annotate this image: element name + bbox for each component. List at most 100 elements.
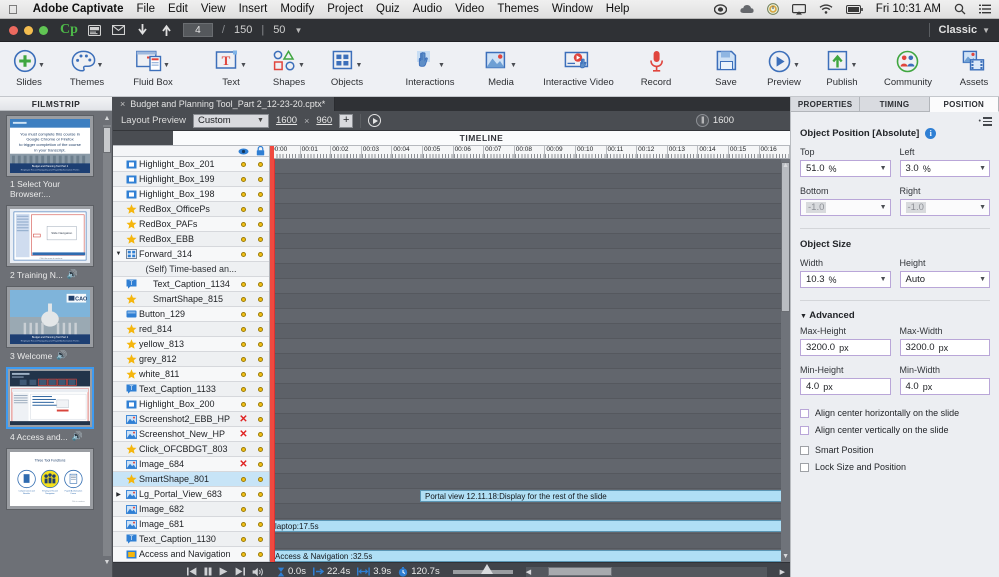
timeline-layer-row[interactable]: white_811 bbox=[113, 367, 269, 382]
visibility-dot-icon[interactable] bbox=[258, 251, 263, 257]
toolbar-fluidbox-button[interactable]: ▼ Fluid Box bbox=[116, 42, 190, 97]
timeline-layer-row[interactable]: RedBox_OfficePs bbox=[113, 202, 269, 217]
layer-visibility-toggle[interactable] bbox=[235, 491, 252, 497]
field-bottom-input[interactable]: -1.0 ▼ bbox=[800, 199, 891, 216]
upload-arrow-icon[interactable] bbox=[159, 24, 174, 37]
close-icon[interactable]: × bbox=[120, 99, 125, 109]
chevron-down-icon[interactable]: ▼ bbox=[298, 62, 305, 69]
current-slide-input[interactable]: 4 bbox=[182, 23, 213, 37]
menu-modify[interactable]: Modify bbox=[280, 3, 314, 15]
layout-width-handle[interactable]: ||| 1600 bbox=[695, 114, 734, 127]
timeline-layer-row[interactable]: Highlight_Box_200 bbox=[113, 397, 269, 412]
menu-themes[interactable]: Themes bbox=[497, 3, 539, 15]
layer-lock-toggle[interactable] bbox=[252, 371, 269, 377]
timeline-layer-row[interactable]: RedBox_PAFs bbox=[113, 217, 269, 232]
timeline-track-row[interactable] bbox=[270, 414, 790, 429]
layer-lock-toggle[interactable] bbox=[252, 251, 269, 257]
layer-lock-toggle[interactable] bbox=[252, 221, 269, 227]
toolbar-community-button[interactable]: Community bbox=[871, 42, 945, 97]
visibility-dot-icon[interactable] bbox=[241, 311, 246, 317]
timeline-horizontal-scrollbar[interactable]: ◀ bbox=[525, 566, 767, 577]
menubar-app-name[interactable]: Adobe Captivate bbox=[33, 3, 124, 15]
timeline-track-row[interactable] bbox=[270, 189, 790, 204]
visibility-dot-icon[interactable] bbox=[258, 356, 263, 362]
visibility-dot-icon[interactable] bbox=[241, 476, 246, 482]
menu-help[interactable]: Help bbox=[606, 3, 630, 15]
visibility-dot-icon[interactable] bbox=[241, 281, 246, 287]
battery-icon[interactable] bbox=[845, 4, 863, 14]
timeline-layer-row[interactable]: (Self) Time-based an... bbox=[113, 262, 269, 277]
menubar-clock[interactable]: Fri 10:31 AM bbox=[876, 3, 941, 15]
chevron-down-icon[interactable]: ▼ bbox=[356, 62, 363, 69]
timeline-zoom-slider[interactable] bbox=[452, 563, 513, 574]
layout-preset-select[interactable]: Custom ▼ bbox=[192, 113, 269, 128]
chevron-down-icon[interactable]: ▼ bbox=[979, 276, 986, 283]
layer-visibility-toggle[interactable] bbox=[235, 161, 252, 167]
chevron-down-icon[interactable]: ▼ bbox=[294, 26, 302, 35]
chevron-down-icon[interactable]: ▼ bbox=[982, 26, 990, 35]
hamburger-menu-icon[interactable] bbox=[983, 117, 992, 126]
layer-visibility-toggle[interactable]: ✕ bbox=[235, 429, 252, 440]
timeline-track-row[interactable] bbox=[270, 534, 790, 549]
timeline-track-row[interactable] bbox=[270, 399, 790, 414]
visibility-dot-icon[interactable] bbox=[258, 521, 263, 527]
timeline-track-row[interactable] bbox=[270, 159, 790, 174]
layer-lock-toggle[interactable] bbox=[252, 206, 269, 212]
chevron-down-icon[interactable]: ▼ bbox=[880, 204, 887, 211]
field-height-input[interactable]: Auto ▼ bbox=[899, 271, 990, 288]
chevron-down-icon[interactable]: ▼ bbox=[880, 165, 887, 172]
search-icon[interactable] bbox=[954, 3, 966, 15]
timeline-track-row[interactable] bbox=[270, 219, 790, 234]
filmstrip-slide-3[interactable]: CAO Budget and Planning Tool Part 2 Empl… bbox=[6, 286, 102, 361]
timeline-layer-row[interactable]: Highlight_Box_201 bbox=[113, 157, 269, 172]
layer-lock-toggle[interactable] bbox=[252, 476, 269, 482]
visibility-dot-icon[interactable] bbox=[241, 206, 246, 212]
chevron-down-icon[interactable]: ▼ bbox=[510, 62, 517, 69]
timemachine-icon[interactable] bbox=[766, 3, 779, 15]
creative-cloud-icon[interactable] bbox=[713, 3, 727, 15]
layer-visibility-toggle[interactable] bbox=[235, 326, 252, 332]
toolbar-objects-button[interactable]: ▼ Objects bbox=[318, 42, 376, 97]
field-max-height-input[interactable]: 3200.0 px bbox=[800, 339, 891, 356]
hidden-x-icon[interactable]: ✕ bbox=[239, 459, 247, 470]
chevron-down-icon[interactable]: ▼ bbox=[979, 165, 986, 172]
layer-lock-toggle[interactable] bbox=[252, 536, 269, 542]
filmstrip-list[interactable]: You must complete this course in Google … bbox=[0, 111, 112, 577]
timeline-track-row[interactable] bbox=[270, 324, 790, 339]
timeline-track-row[interactable] bbox=[270, 294, 790, 309]
toolbar-shapes-button[interactable]: ▼ Shapes bbox=[260, 42, 318, 97]
maximize-window-button[interactable] bbox=[39, 25, 48, 35]
timeline-layer-row[interactable]: T Text_Caption_1134 bbox=[113, 277, 269, 292]
timeline-layer-row[interactable]: Button_129 bbox=[113, 307, 269, 322]
visibility-dot-icon[interactable] bbox=[241, 401, 246, 407]
menu-file[interactable]: File bbox=[137, 3, 156, 15]
menu-view[interactable]: View bbox=[201, 3, 226, 15]
layer-lock-toggle[interactable] bbox=[252, 416, 269, 422]
timeline-object-bar[interactable]: Portal view 12.11.18:Display for the res… bbox=[420, 490, 790, 502]
layer-lock-toggle[interactable] bbox=[252, 296, 269, 302]
timeline-track-row[interactable] bbox=[270, 339, 790, 354]
timeline-layer-row[interactable]: SmartShape_815 bbox=[113, 292, 269, 307]
airplay-icon[interactable] bbox=[791, 3, 806, 15]
menu-edit[interactable]: Edit bbox=[168, 3, 188, 15]
field-min-width-input[interactable]: 4.0 px bbox=[899, 378, 990, 395]
timeline-track-row[interactable] bbox=[270, 429, 790, 444]
toolbar-interactive-video-button[interactable]: Interactive Video bbox=[530, 42, 627, 97]
chevron-down-icon[interactable]: ▼ bbox=[38, 62, 45, 69]
twisty-right-icon[interactable]: ▶ bbox=[113, 491, 124, 498]
layer-visibility-toggle[interactable] bbox=[235, 296, 252, 302]
layer-lock-toggle[interactable] bbox=[252, 521, 269, 527]
timeline-track-row[interactable] bbox=[270, 354, 790, 369]
drag-handle-icon[interactable]: ||| bbox=[695, 114, 709, 127]
timeline-layer-row[interactable]: Screenshot2_EBB_HP ✕ bbox=[113, 412, 269, 427]
layer-lock-toggle[interactable] bbox=[252, 446, 269, 452]
filmstrip-slide-1[interactable]: You must complete this course in Google … bbox=[6, 115, 102, 199]
visibility-dot-icon[interactable] bbox=[258, 341, 263, 347]
chevron-down-icon[interactable]: ▼ bbox=[793, 62, 800, 69]
chevron-down-icon[interactable]: ▼ bbox=[257, 117, 264, 124]
visibility-dot-icon[interactable] bbox=[258, 296, 263, 302]
visibility-dot-icon[interactable] bbox=[258, 386, 263, 392]
timeline-track-row[interactable] bbox=[270, 279, 790, 294]
triangle-right-icon[interactable]: ▶ bbox=[780, 568, 785, 576]
timeline-track-row[interactable]: Portal view 12.11.18:Display for the res… bbox=[270, 489, 790, 504]
